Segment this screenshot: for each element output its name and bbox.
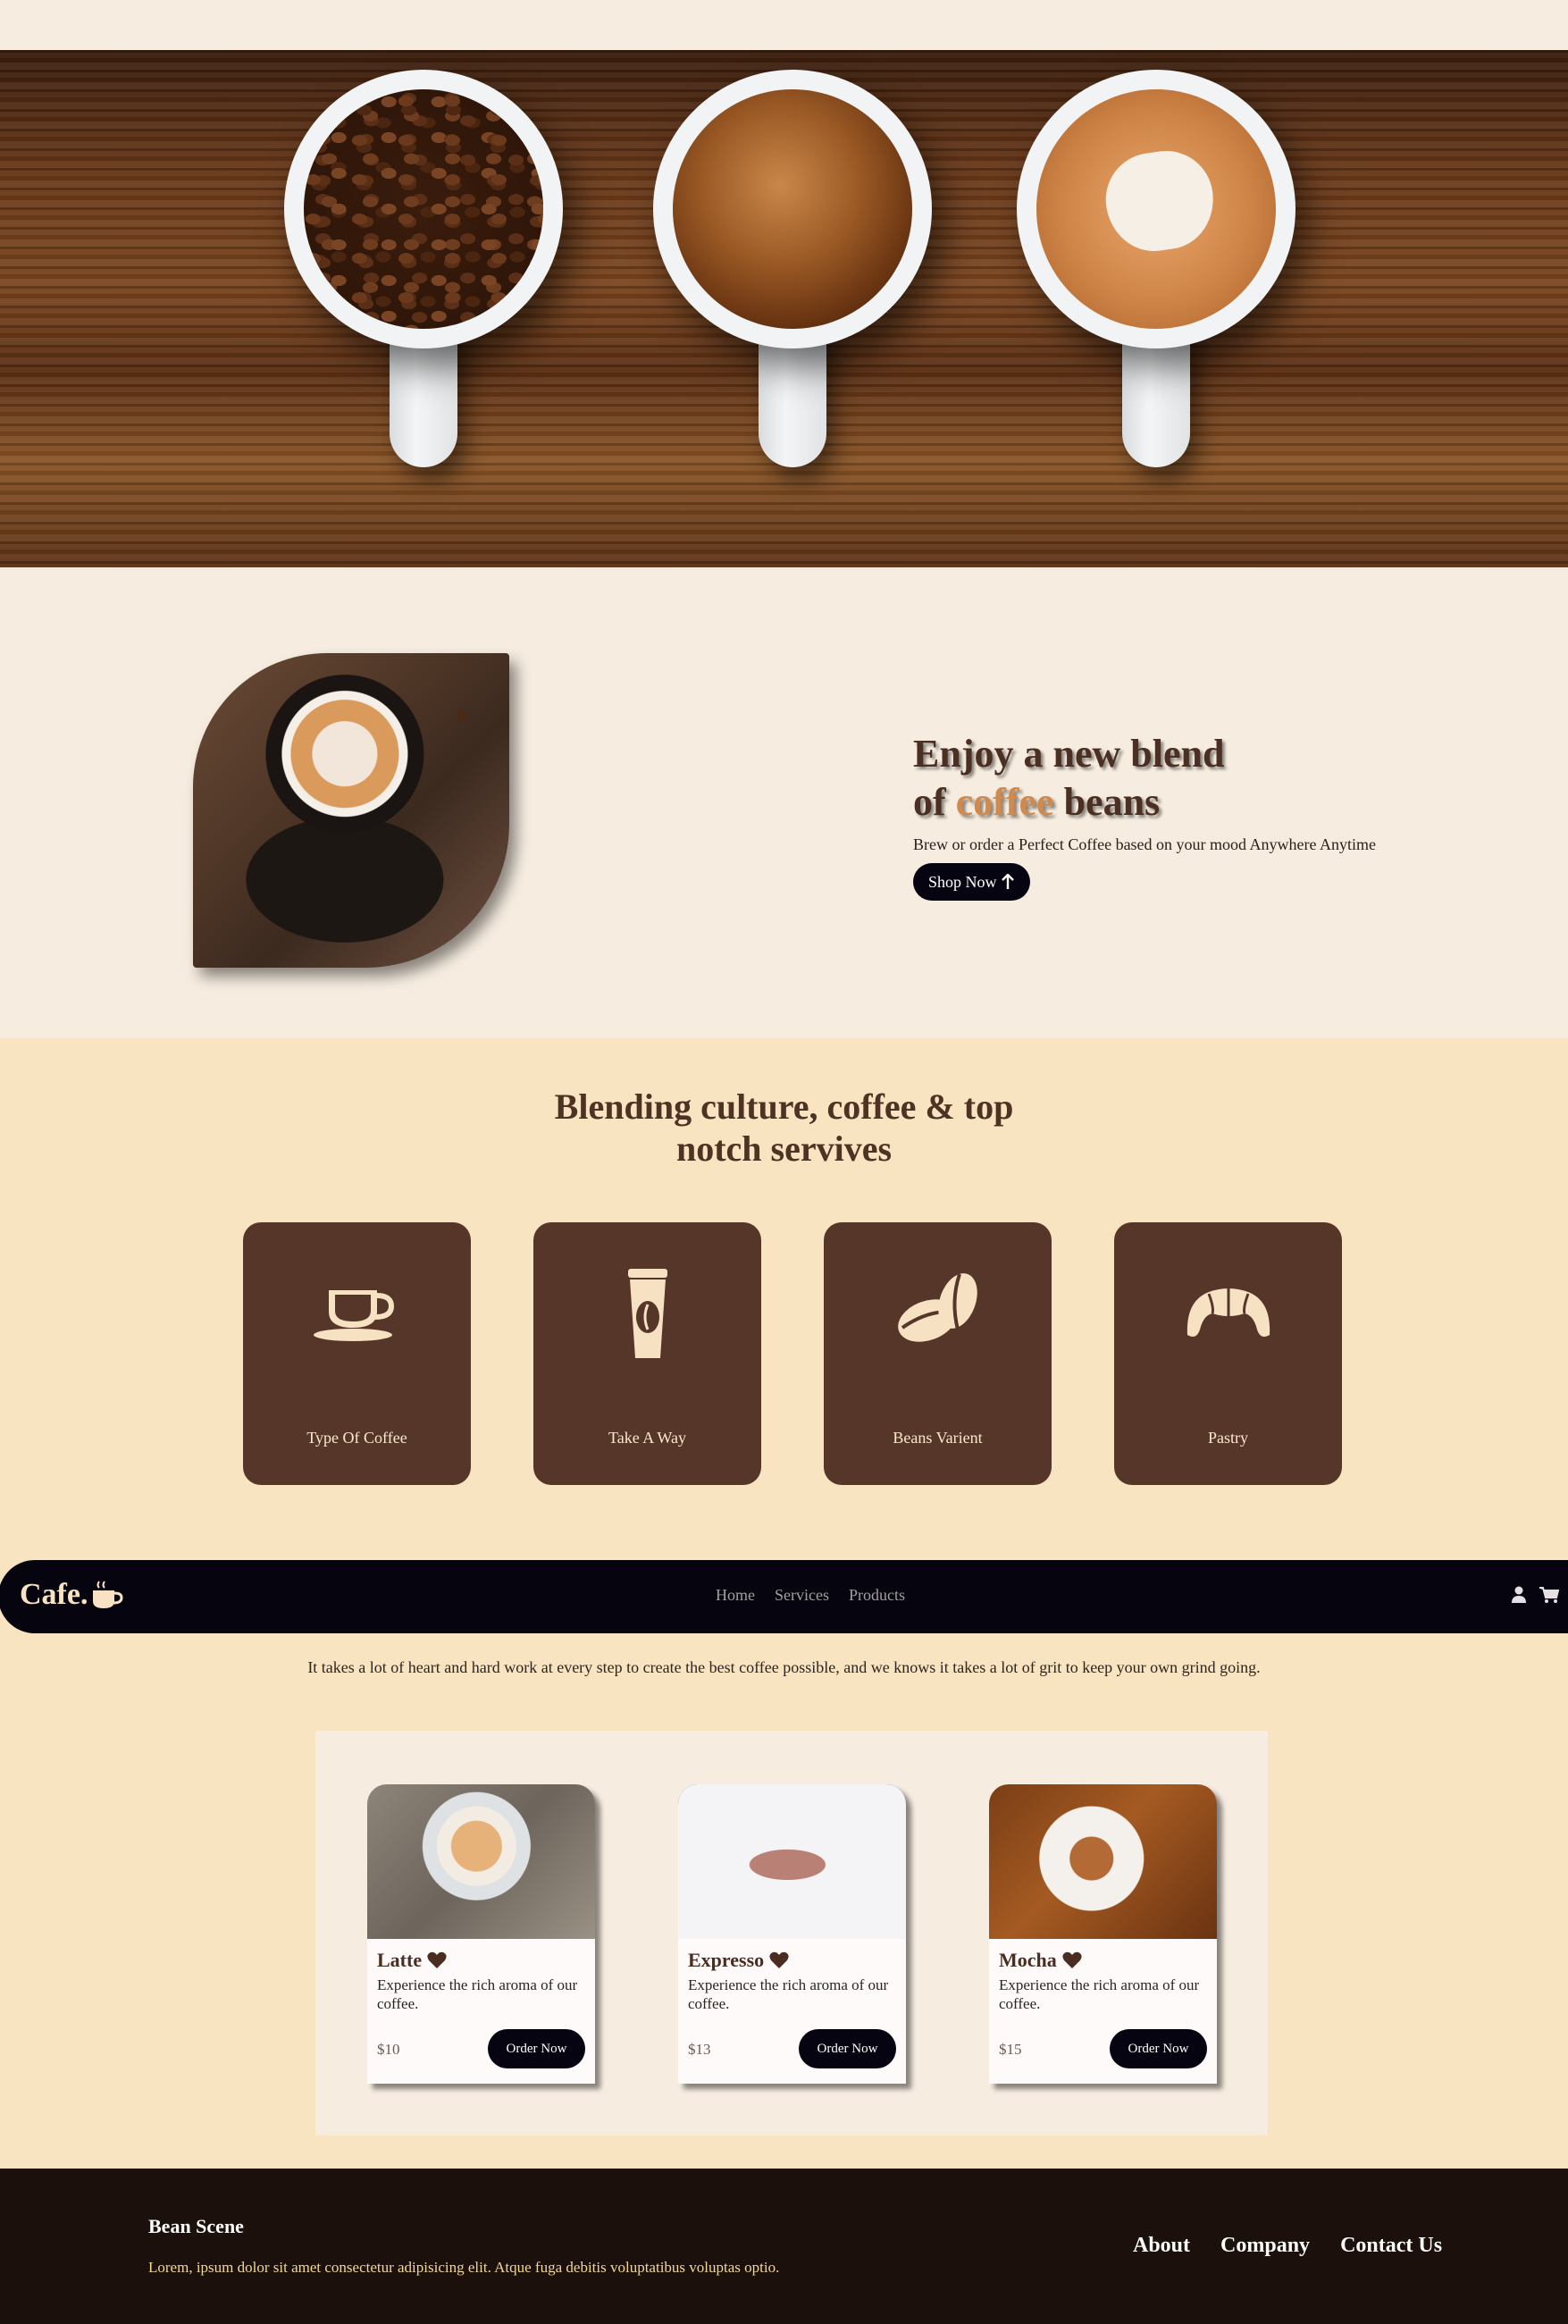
navbar: Cafe. Home Services Products xyxy=(0,1560,1568,1633)
products-subtitle: It takes a lot of heart and hard work at… xyxy=(307,1658,1261,1676)
latte-image xyxy=(367,1784,595,1939)
footer-link-contact-us[interactable]: Contact Us xyxy=(1340,2234,1442,2258)
product-price: $15 xyxy=(999,2041,1022,2058)
service-card-take-a-way[interactable]: Take A Way xyxy=(533,1222,761,1485)
feature-title: Enjoy a new blend of coffee beans xyxy=(913,732,1225,824)
service-label: Take A Way xyxy=(608,1429,686,1447)
products-section: Latte Experience the rich aroma of our c… xyxy=(315,1731,1268,2135)
nav-link-products[interactable]: Products xyxy=(849,1586,905,1605)
title-highlight: coffee xyxy=(955,780,1054,824)
expresso-image xyxy=(678,1784,906,1939)
nav-link-home[interactable]: Home xyxy=(716,1586,755,1605)
product-card-mocha: Mocha Experience the rich aroma of our c… xyxy=(989,1784,1217,2084)
heart-icon[interactable] xyxy=(427,1951,447,1969)
product-card-expresso: Expresso Experience the rich aroma of ou… xyxy=(678,1784,906,2084)
takeaway-cup-icon xyxy=(628,1269,667,1358)
product-description: Experience the rich aroma of our coffee. xyxy=(999,1976,1200,2012)
service-label: Type Of Coffee xyxy=(306,1429,407,1447)
footer-links: About Company Contact Us xyxy=(1133,2234,1442,2258)
coffee-cup-logo-icon xyxy=(93,1581,123,1608)
product-name: Latte xyxy=(377,1949,447,1972)
cart-icon[interactable] xyxy=(1539,1586,1559,1604)
footer-text: Lorem, ipsum dolor sit amet consectetur … xyxy=(148,2259,780,2276)
service-card-beans-varient[interactable]: Beans Varient xyxy=(824,1222,1052,1485)
product-name: Mocha xyxy=(999,1949,1082,1972)
user-icon[interactable] xyxy=(1511,1586,1527,1604)
service-label: Beans Varient xyxy=(893,1429,983,1447)
product-price: $13 xyxy=(688,2041,711,2058)
espresso-cup xyxy=(653,70,932,472)
feature-coffee-image xyxy=(193,653,509,968)
latte-cup xyxy=(1017,70,1295,472)
footer-link-company[interactable]: Company xyxy=(1220,2234,1310,2258)
order-now-button[interactable]: Order Now xyxy=(799,2029,896,2068)
services-title: Blending culture, coffee & top notch ser… xyxy=(554,1086,1014,1169)
heart-icon[interactable] xyxy=(769,1951,789,1969)
footer-brand: Bean Scene xyxy=(148,2215,244,2237)
footer-link-about[interactable]: About xyxy=(1133,2234,1190,2258)
product-card-latte: Latte Experience the rich aroma of our c… xyxy=(367,1784,595,2084)
nav-icons xyxy=(1511,1586,1559,1604)
footer: Bean Scene Lorem, ipsum dolor sit amet c… xyxy=(0,2169,1568,2324)
order-now-button[interactable]: Order Now xyxy=(488,2029,585,2068)
order-now-button[interactable]: Order Now xyxy=(1110,2029,1207,2068)
product-name: Expresso xyxy=(688,1949,789,1972)
nav-links: Home Services Products xyxy=(716,1586,905,1605)
service-card-type-of-coffee[interactable]: Type Of Coffee xyxy=(243,1222,471,1485)
arrow-up-icon xyxy=(1001,874,1014,889)
shop-now-button[interactable]: Shop Now xyxy=(913,863,1030,901)
product-description: Experience the rich aroma of our coffee. xyxy=(377,1976,578,2012)
service-label: Pastry xyxy=(1208,1429,1248,1447)
coffee-bean-icon xyxy=(898,1273,977,1342)
coffee-beans-cup xyxy=(284,70,563,472)
product-price: $10 xyxy=(377,2041,400,2058)
feature-section: Enjoy a new blend of coffee beans Brew o… xyxy=(913,730,1376,901)
logo[interactable]: Cafe. xyxy=(20,1578,123,1612)
feature-subtitle: Brew or order a Perfect Coffee based on … xyxy=(913,835,1377,853)
heart-icon[interactable] xyxy=(1062,1951,1082,1969)
hero-banner xyxy=(0,50,1568,567)
coffee-cup-icon xyxy=(314,1290,395,1341)
product-description: Experience the rich aroma of our coffee. xyxy=(688,1976,889,2012)
mocha-image xyxy=(989,1784,1217,1939)
croissant-icon xyxy=(1186,1288,1270,1337)
nav-link-services[interactable]: Services xyxy=(775,1586,829,1605)
service-card-pastry[interactable]: Pastry xyxy=(1114,1222,1342,1485)
